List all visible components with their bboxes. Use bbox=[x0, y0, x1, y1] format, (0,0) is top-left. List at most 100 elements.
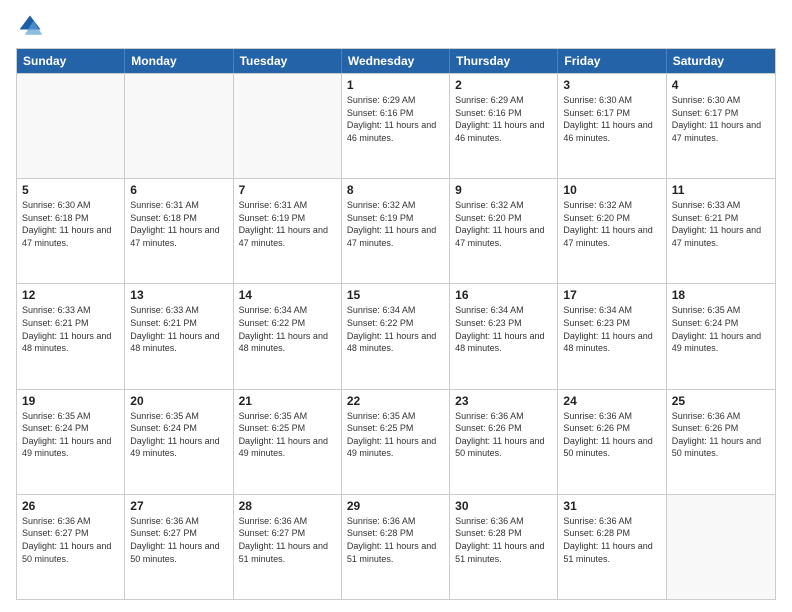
day-number: 26 bbox=[22, 499, 119, 513]
header-cell-thursday: Thursday bbox=[450, 49, 558, 73]
day-info: Sunrise: 6:36 AMSunset: 6:27 PMDaylight:… bbox=[22, 515, 119, 565]
calendar-cell: 23Sunrise: 6:36 AMSunset: 6:26 PMDayligh… bbox=[450, 390, 558, 494]
calendar-cell: 26 Sunrise: 6:36 AMSunset: 6:27 PMDayligh… bbox=[17, 495, 125, 599]
calendar-cell: 7Sunrise: 6:31 AMSunset: 6:19 PMDaylight… bbox=[234, 179, 342, 283]
day-info: Sunrise: 6:36 AMSunset: 6:28 PMDaylight:… bbox=[347, 515, 444, 565]
header-cell-tuesday: Tuesday bbox=[234, 49, 342, 73]
calendar-cell: 6 Sunrise: 6:31 AMSunset: 6:18 PMDaylight… bbox=[125, 179, 233, 283]
day-info: Sunrise: 6:33 AMSunset: 6:21 PMDaylight:… bbox=[672, 199, 770, 249]
calendar-cell: 21Sunrise: 6:35 AMSunset: 6:25 PMDayligh… bbox=[234, 390, 342, 494]
logo-icon bbox=[16, 12, 44, 40]
day-number: 16 bbox=[455, 288, 552, 302]
day-number: 22 bbox=[347, 394, 444, 408]
day-info: Sunrise: 6:34 AMSunset: 6:22 PMDaylight:… bbox=[239, 304, 336, 354]
calendar-row-0: 1 Sunrise: 6:29 AMSunset: 6:16 PMDaylight… bbox=[17, 73, 775, 178]
day-info: Sunrise: 6:31 AMSunset: 6:18 PMDaylight:… bbox=[130, 199, 227, 249]
day-number: 27 bbox=[130, 499, 227, 513]
header-cell-saturday: Saturday bbox=[667, 49, 775, 73]
day-number: 24 bbox=[563, 394, 660, 408]
calendar-cell: 12 Sunrise: 6:33 AMSunset: 6:21 PMDayligh… bbox=[17, 284, 125, 388]
calendar-cell: 11 Sunrise: 6:33 AMSunset: 6:21 PMDayligh… bbox=[667, 179, 775, 283]
day-number: 1 bbox=[347, 78, 444, 92]
day-number: 4 bbox=[672, 78, 770, 92]
header-cell-wednesday: Wednesday bbox=[342, 49, 450, 73]
calendar-header-row: SundayMondayTuesdayWednesdayThursdayFrid… bbox=[17, 49, 775, 73]
calendar-cell: 18Sunrise: 6:35 AMSunset: 6:24 PMDayligh… bbox=[667, 284, 775, 388]
calendar-cell: 28 Sunrise: 6:36 AMSunset: 6:27 PMDayligh… bbox=[234, 495, 342, 599]
calendar: SundayMondayTuesdayWednesdayThursdayFrid… bbox=[16, 48, 776, 600]
logo bbox=[16, 12, 48, 40]
calendar-cell: 17 Sunrise: 6:34 AMSunset: 6:23 PMDayligh… bbox=[558, 284, 666, 388]
calendar-cell: 5 Sunrise: 6:30 AMSunset: 6:18 PMDaylight… bbox=[17, 179, 125, 283]
day-number: 3 bbox=[563, 78, 660, 92]
day-number: 10 bbox=[563, 183, 660, 197]
day-number: 14 bbox=[239, 288, 336, 302]
day-info: Sunrise: 6:35 AMSunset: 6:25 PMDaylight:… bbox=[347, 410, 444, 460]
day-info: Sunrise: 6:35 AMSunset: 6:24 PMDaylight:… bbox=[22, 410, 119, 460]
day-info: Sunrise: 6:32 AMSunset: 6:20 PMDaylight:… bbox=[455, 199, 552, 249]
day-number: 2 bbox=[455, 78, 552, 92]
calendar-cell: 10 Sunrise: 6:32 AMSunset: 6:20 PMDayligh… bbox=[558, 179, 666, 283]
day-number: 6 bbox=[130, 183, 227, 197]
calendar-cell: 20 Sunrise: 6:35 AMSunset: 6:24 PMDayligh… bbox=[125, 390, 233, 494]
calendar-cell bbox=[17, 74, 125, 178]
day-info: Sunrise: 6:36 AMSunset: 6:28 PMDaylight:… bbox=[455, 515, 552, 565]
day-number: 29 bbox=[347, 499, 444, 513]
day-number: 25 bbox=[672, 394, 770, 408]
calendar-cell: 30 Sunrise: 6:36 AMSunset: 6:28 PMDayligh… bbox=[450, 495, 558, 599]
day-info: Sunrise: 6:34 AMSunset: 6:23 PMDaylight:… bbox=[563, 304, 660, 354]
calendar-cell: 15Sunrise: 6:34 AMSunset: 6:22 PMDayligh… bbox=[342, 284, 450, 388]
day-number: 28 bbox=[239, 499, 336, 513]
day-number: 13 bbox=[130, 288, 227, 302]
day-info: Sunrise: 6:29 AMSunset: 6:16 PMDaylight:… bbox=[455, 94, 552, 144]
day-info: Sunrise: 6:30 AMSunset: 6:17 PMDaylight:… bbox=[672, 94, 770, 144]
day-number: 19 bbox=[22, 394, 119, 408]
calendar-cell: 29 Sunrise: 6:36 AMSunset: 6:28 PMDayligh… bbox=[342, 495, 450, 599]
header-cell-sunday: Sunday bbox=[17, 49, 125, 73]
day-number: 8 bbox=[347, 183, 444, 197]
day-info: Sunrise: 6:35 AMSunset: 6:24 PMDaylight:… bbox=[672, 304, 770, 354]
calendar-row-1: 5 Sunrise: 6:30 AMSunset: 6:18 PMDaylight… bbox=[17, 178, 775, 283]
calendar-cell bbox=[125, 74, 233, 178]
header-cell-monday: Monday bbox=[125, 49, 233, 73]
day-number: 5 bbox=[22, 183, 119, 197]
day-number: 9 bbox=[455, 183, 552, 197]
calendar-cell: 1Sunrise: 6:29 AMSunset: 6:16 PMDaylight… bbox=[342, 74, 450, 178]
day-number: 17 bbox=[563, 288, 660, 302]
day-info: Sunrise: 6:32 AMSunset: 6:20 PMDaylight:… bbox=[563, 199, 660, 249]
calendar-cell: 31Sunrise: 6:36 AMSunset: 6:28 PMDayligh… bbox=[558, 495, 666, 599]
calendar-cell: 8 Sunrise: 6:32 AMSunset: 6:19 PMDaylight… bbox=[342, 179, 450, 283]
calendar-row-3: 19 Sunrise: 6:35 AMSunset: 6:24 PMDayligh… bbox=[17, 389, 775, 494]
day-info: Sunrise: 6:31 AMSunset: 6:19 PMDaylight:… bbox=[239, 199, 336, 249]
calendar-cell: 9 Sunrise: 6:32 AMSunset: 6:20 PMDaylight… bbox=[450, 179, 558, 283]
calendar-row-2: 12 Sunrise: 6:33 AMSunset: 6:21 PMDayligh… bbox=[17, 283, 775, 388]
calendar-cell: 25Sunrise: 6:36 AMSunset: 6:26 PMDayligh… bbox=[667, 390, 775, 494]
calendar-row-4: 26 Sunrise: 6:36 AMSunset: 6:27 PMDayligh… bbox=[17, 494, 775, 599]
day-info: Sunrise: 6:33 AMSunset: 6:21 PMDaylight:… bbox=[130, 304, 227, 354]
day-number: 20 bbox=[130, 394, 227, 408]
calendar-cell: 22 Sunrise: 6:35 AMSunset: 6:25 PMDayligh… bbox=[342, 390, 450, 494]
day-info: Sunrise: 6:30 AMSunset: 6:17 PMDaylight:… bbox=[563, 94, 660, 144]
day-number: 31 bbox=[563, 499, 660, 513]
calendar-cell: 3 Sunrise: 6:30 AMSunset: 6:17 PMDaylight… bbox=[558, 74, 666, 178]
header bbox=[16, 12, 776, 40]
calendar-cell: 14 Sunrise: 6:34 AMSunset: 6:22 PMDayligh… bbox=[234, 284, 342, 388]
day-info: Sunrise: 6:35 AMSunset: 6:24 PMDaylight:… bbox=[130, 410, 227, 460]
day-info: Sunrise: 6:30 AMSunset: 6:18 PMDaylight:… bbox=[22, 199, 119, 249]
calendar-cell: 19 Sunrise: 6:35 AMSunset: 6:24 PMDayligh… bbox=[17, 390, 125, 494]
calendar-cell: 27 Sunrise: 6:36 AMSunset: 6:27 PMDayligh… bbox=[125, 495, 233, 599]
calendar-cell bbox=[667, 495, 775, 599]
day-number: 12 bbox=[22, 288, 119, 302]
day-info: Sunrise: 6:33 AMSunset: 6:21 PMDaylight:… bbox=[22, 304, 119, 354]
calendar-cell: 24Sunrise: 6:36 AMSunset: 6:26 PMDayligh… bbox=[558, 390, 666, 494]
day-number: 11 bbox=[672, 183, 770, 197]
page: SundayMondayTuesdayWednesdayThursdayFrid… bbox=[0, 0, 792, 612]
day-info: Sunrise: 6:32 AMSunset: 6:19 PMDaylight:… bbox=[347, 199, 444, 249]
day-info: Sunrise: 6:36 AMSunset: 6:27 PMDaylight:… bbox=[130, 515, 227, 565]
day-number: 30 bbox=[455, 499, 552, 513]
header-cell-friday: Friday bbox=[558, 49, 666, 73]
day-info: Sunrise: 6:34 AMSunset: 6:23 PMDaylight:… bbox=[455, 304, 552, 354]
day-info: Sunrise: 6:36 AMSunset: 6:27 PMDaylight:… bbox=[239, 515, 336, 565]
day-number: 21 bbox=[239, 394, 336, 408]
day-info: Sunrise: 6:34 AMSunset: 6:22 PMDaylight:… bbox=[347, 304, 444, 354]
